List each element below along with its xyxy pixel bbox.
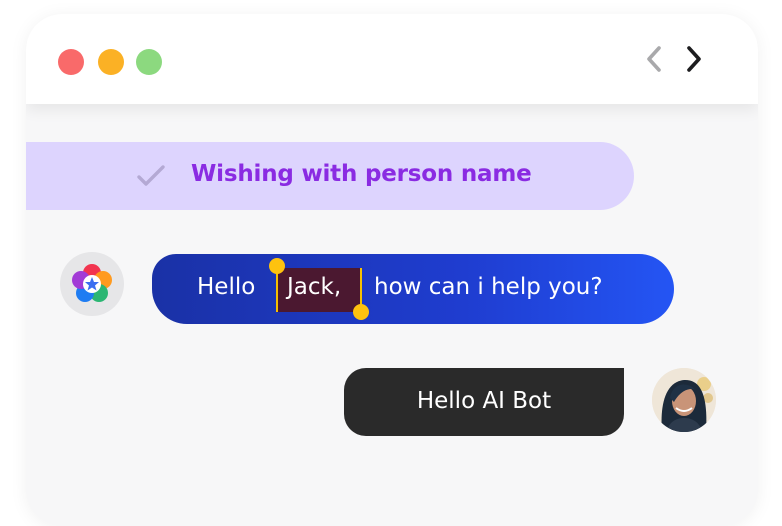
chat-window: Wishing with person name Hello Jack, how… xyxy=(26,14,758,526)
maximize-button[interactable] xyxy=(136,49,162,75)
user-photo-icon xyxy=(652,368,716,432)
title-bar xyxy=(26,14,758,104)
user-message-text: Hello AI Bot xyxy=(416,388,552,414)
name-selection-highlight[interactable]: Jack, xyxy=(269,258,369,320)
bot-message-bubble: Hello Jack, how can i help you? xyxy=(152,254,674,324)
selection-start-caret xyxy=(276,268,278,312)
selection-end-handle[interactable] xyxy=(353,304,369,320)
bot-message-rest-text: how can i help you? xyxy=(374,274,603,300)
close-button[interactable] xyxy=(58,49,84,75)
checkmark-icon xyxy=(136,164,166,188)
minimize-button[interactable] xyxy=(98,49,124,75)
user-message-bubble: Hello AI Bot xyxy=(344,368,624,436)
chevron-left-icon[interactable] xyxy=(640,44,668,74)
tag-label: Wishing with person name xyxy=(191,161,532,187)
selection-start-handle[interactable] xyxy=(269,258,285,274)
user-avatar xyxy=(652,368,716,432)
bot-avatar xyxy=(60,252,124,316)
highlighted-name-text: Jack, xyxy=(287,274,342,300)
chevron-right-icon[interactable] xyxy=(680,44,708,74)
wishing-tag[interactable]: Wishing with person name xyxy=(26,142,634,210)
bot-greeting-text: Hello xyxy=(197,274,256,300)
bot-flower-logo-icon xyxy=(72,264,112,302)
